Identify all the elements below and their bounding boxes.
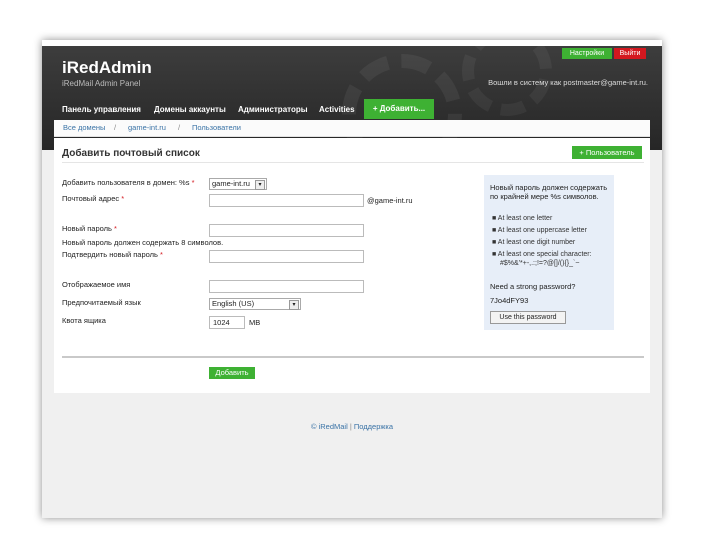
browser-frame: iRedAdmin iRedMail Admin Panel Настройки…: [42, 40, 662, 518]
email-label: Почтовый адрес *: [62, 194, 125, 203]
submit-button[interactable]: Добавить: [209, 367, 255, 379]
quota-label: Квота ящика: [62, 316, 106, 325]
confirm-password-input[interactable]: [209, 250, 364, 263]
main-panel: Добавить почтовый список + Пользователь …: [54, 138, 650, 393]
breadcrumb-separator: /: [178, 123, 181, 132]
support-link[interactable]: Поддержка: [354, 422, 393, 431]
footer: © iRedMail | Поддержка: [42, 422, 662, 431]
password-input[interactable]: [209, 224, 364, 237]
email-input[interactable]: [209, 194, 364, 207]
breadcrumb-users[interactable]: Пользователи: [192, 120, 241, 136]
settings-button[interactable]: Настройки: [562, 48, 612, 59]
domain-label: Добавить пользователя в домен: %s *: [62, 178, 195, 187]
breadcrumb-domain[interactable]: game-int.ru: [128, 120, 166, 136]
password-hint: Новый пароль должен содержать 8 символов…: [62, 238, 224, 247]
logged-in-text: Вошли в систему как postmaster@game-int.…: [488, 78, 648, 87]
footer-separator: |: [349, 422, 352, 431]
breadcrumb-all-domains[interactable]: Все домены: [63, 120, 105, 136]
rule-item: ■ At least one digit number: [492, 239, 576, 246]
generated-password: 7Jo4dFY93: [490, 296, 529, 305]
main-nav: Панель управления Домены аккаунты Админи…: [42, 99, 662, 121]
password-label: Новый пароль *: [62, 224, 117, 233]
language-label: Предпочитаемый язык: [62, 298, 141, 307]
app-logo[interactable]: iRedAdmin: [62, 58, 152, 78]
language-select[interactable]: English (US) ▾: [209, 298, 301, 310]
quota-unit: MB: [249, 318, 261, 327]
logout-button[interactable]: Выйти: [614, 48, 646, 59]
nav-add-button[interactable]: + Добавить...: [364, 99, 434, 119]
rule-special-chars: #$%&'*+-,.:;!=?@[]/(){}_`~: [500, 260, 580, 267]
page-title: Добавить почтовый список: [62, 148, 200, 159]
domain-select[interactable]: game-int.ru ▾: [209, 178, 267, 190]
add-user-button[interactable]: + Пользователь: [572, 146, 642, 159]
password-rules-box: Новый пароль должен содержать по крайней…: [484, 175, 614, 330]
chevron-down-icon: ▾: [255, 180, 265, 190]
password-rules-heading: Новый пароль должен содержать по крайней…: [490, 183, 608, 201]
strong-password-heading: Need a strong password?: [490, 282, 576, 291]
email-domain-suffix: @game-int.ru: [367, 196, 413, 205]
quota-input[interactable]: 1024: [209, 316, 245, 329]
nav-admins[interactable]: Администраторы: [238, 101, 308, 121]
confirm-password-label: Подтвердить новый пароль *: [62, 250, 163, 259]
divider: [62, 162, 644, 163]
divider: [62, 356, 644, 358]
rule-item: ■ At least one letter: [492, 215, 553, 222]
nav-domains-accounts[interactable]: Домены аккаунты: [154, 101, 226, 121]
rule-item: ■ At least one special character:: [492, 251, 592, 258]
display-name-input[interactable]: [209, 280, 364, 293]
use-password-button[interactable]: Use this password: [490, 311, 566, 324]
rule-item: ■ At least one uppercase letter: [492, 227, 587, 234]
breadcrumb: Все домены / game-int.ru / Пользователи: [54, 120, 650, 137]
nav-activities[interactable]: Activities: [319, 101, 355, 121]
app-logo-subtitle: iRedMail Admin Panel: [62, 79, 141, 88]
display-name-label: Отображаемое имя: [62, 280, 131, 289]
copyright-link[interactable]: © iRedMail: [311, 422, 348, 431]
breadcrumb-separator: /: [114, 123, 117, 132]
nav-dashboard[interactable]: Панель управления: [62, 101, 141, 121]
chevron-down-icon: ▾: [289, 300, 299, 310]
